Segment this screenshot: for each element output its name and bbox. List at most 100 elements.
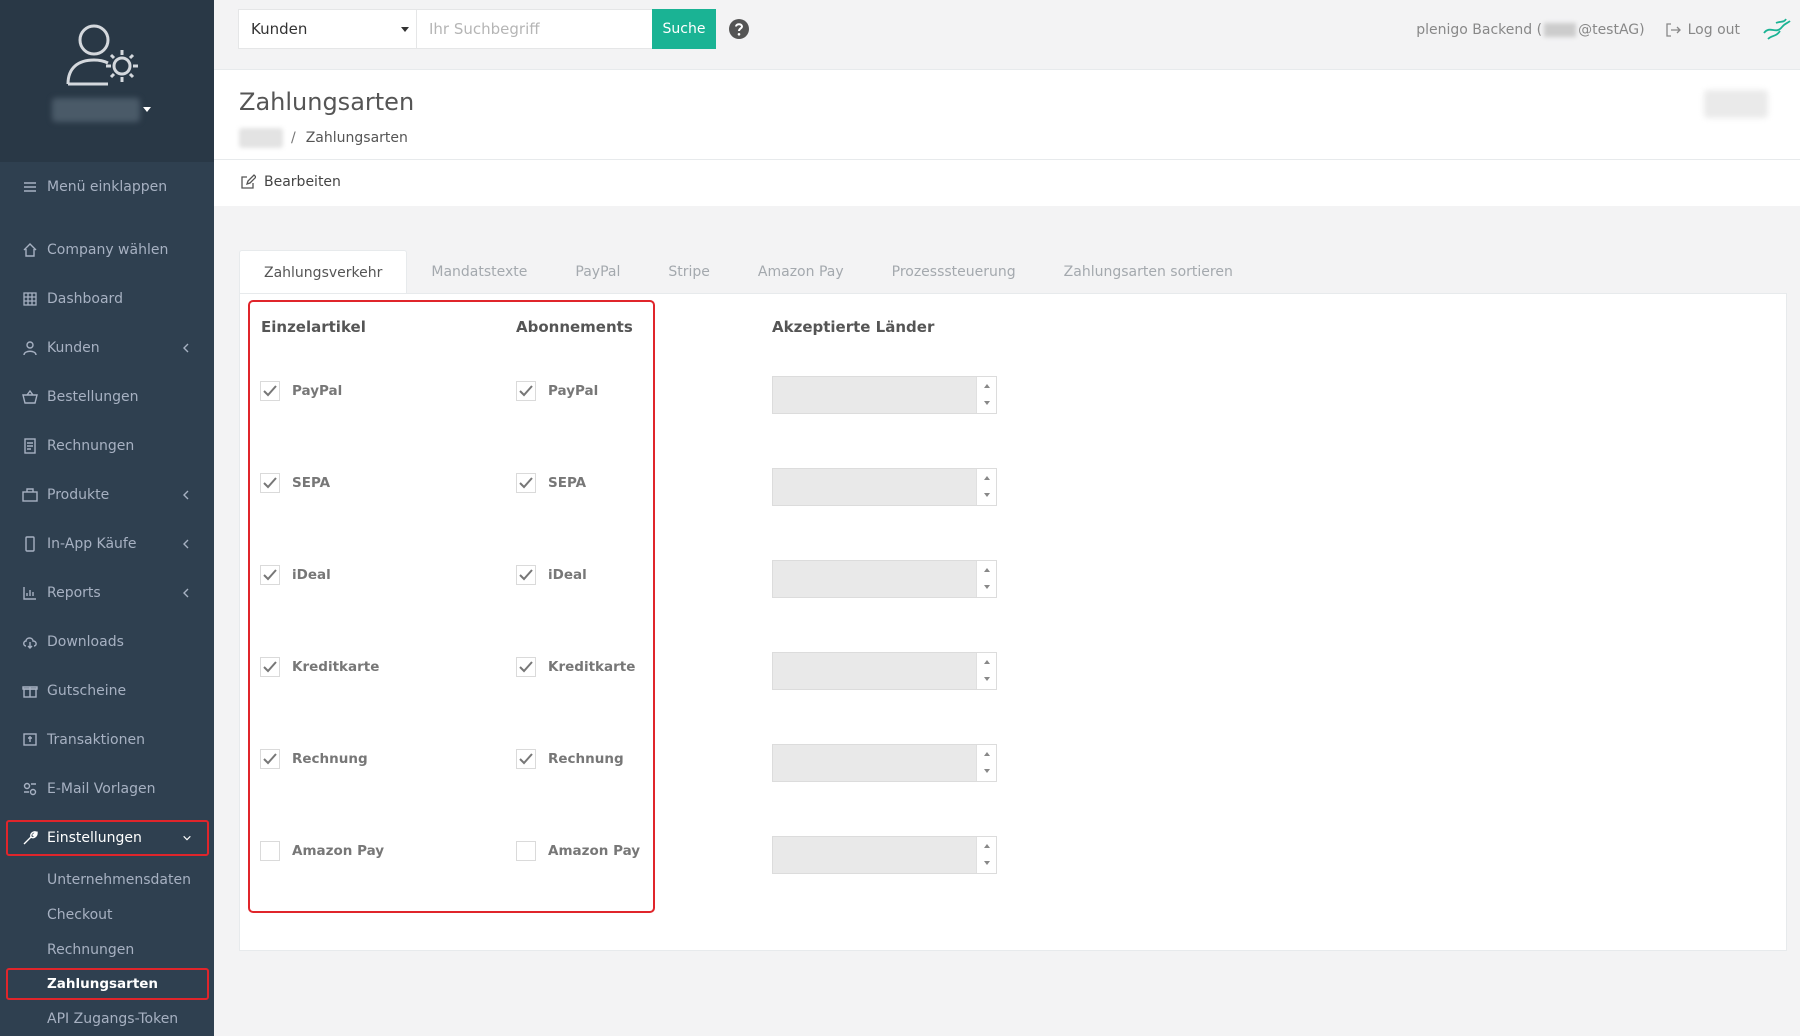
breadcrumb-current: Zahlungsarten xyxy=(305,130,408,146)
select-scrollbar[interactable] xyxy=(976,561,996,597)
sidebar-item-label: Bestellungen xyxy=(47,389,139,405)
username-blurred[interactable] xyxy=(52,98,140,122)
user-label: plenigo Backend ( @testAG) xyxy=(1416,22,1644,38)
sidebar-subitem-label: Rechnungen xyxy=(47,942,135,958)
sidebar-item-dashboard[interactable]: Dashboard xyxy=(0,276,214,322)
mobile-icon xyxy=(25,536,35,552)
page-title: Zahlungsarten xyxy=(239,88,415,116)
select-scrollbar[interactable] xyxy=(976,653,996,689)
sidebar-subitem-zahlungsarten[interactable]: Zahlungsarten xyxy=(5,967,210,1001)
checkbox-single[interactable] xyxy=(260,473,280,493)
sidebar-item-gutscheine[interactable]: Gutscheine xyxy=(0,668,214,714)
sidebar-item-kunden[interactable]: Kunden xyxy=(0,325,214,371)
country-multiselect[interactable] xyxy=(772,376,997,414)
checkmark-icon xyxy=(263,477,277,489)
sidebar-item-label: Reports xyxy=(47,585,101,601)
checkbox-single[interactable] xyxy=(260,657,280,677)
page-header: Zahlungsarten / Zahlungsarten xyxy=(214,70,1800,160)
logout-link[interactable]: Log out xyxy=(1665,22,1740,38)
sidebar-item-reports[interactable]: Reports xyxy=(0,570,214,616)
tab-mandatstexte[interactable]: Mandatstexte xyxy=(407,250,551,294)
checkmark-icon xyxy=(519,661,533,673)
edit-button[interactable]: Bearbeiten xyxy=(240,174,341,190)
select-scrollbar[interactable] xyxy=(976,377,996,413)
scroll-up-icon xyxy=(984,844,990,848)
sidebar-item-transaktionen[interactable]: Transaktionen xyxy=(0,717,214,763)
scroll-up-icon xyxy=(984,752,990,756)
chevron-left-icon xyxy=(183,343,189,353)
tab-amazon-pay[interactable]: Amazon Pay xyxy=(734,250,868,294)
tab-prozesssteuerung[interactable]: Prozesssteuerung xyxy=(868,250,1040,294)
checkmark-icon xyxy=(263,661,277,673)
tab-zahlungsverkehr[interactable]: Zahlungsverkehr xyxy=(239,250,408,294)
select-scrollbar[interactable] xyxy=(976,745,996,781)
sidebar-item-label: Downloads xyxy=(47,634,124,650)
help-icon[interactable] xyxy=(728,18,750,40)
tab-stripe[interactable]: Stripe xyxy=(644,250,734,294)
sidebar-subitem-checkout[interactable]: Checkout xyxy=(0,898,214,932)
basket-icon xyxy=(22,389,38,404)
breadcrumb-separator: / xyxy=(291,130,296,146)
sidebar-item-collapse-menu[interactable]: Menü einklappen xyxy=(0,164,214,210)
sidebar-subitem-label: API Zugangs-Token xyxy=(47,1011,179,1027)
sidebar-item-label: Transaktionen xyxy=(47,732,145,748)
scroll-down-icon xyxy=(984,861,990,865)
sidebar-item-rechnungen[interactable]: Rechnungen xyxy=(0,423,214,469)
checkbox-single[interactable] xyxy=(260,841,280,861)
sidebar-subitem-api-token[interactable]: API Zugangs-Token xyxy=(0,1002,214,1036)
country-multiselect[interactable] xyxy=(772,652,997,690)
user-label-prefix: plenigo Backend ( xyxy=(1416,22,1543,38)
country-multiselect[interactable] xyxy=(772,744,997,782)
country-multiselect[interactable] xyxy=(772,560,997,598)
sidebar-item-company[interactable]: Company wählen xyxy=(0,227,214,273)
column-header-countries: Akzeptierte Länder xyxy=(772,318,935,336)
tab-paypal[interactable]: PayPal xyxy=(551,250,644,294)
scroll-down-icon xyxy=(984,585,990,589)
checkbox-subscription-row: Kreditkarte xyxy=(516,657,635,677)
checkbox-subscription[interactable] xyxy=(516,473,536,493)
sidebar-subitem-rechnungen[interactable]: Rechnungen xyxy=(0,933,214,967)
wrench-icon xyxy=(23,831,38,845)
checkbox-label: PayPal xyxy=(548,383,599,399)
checkbox-single[interactable] xyxy=(260,381,280,401)
scroll-up-icon xyxy=(984,476,990,480)
chevron-left-icon xyxy=(183,588,189,598)
menu-icon xyxy=(24,182,36,192)
checkbox-single[interactable] xyxy=(260,565,280,585)
checkbox-subscription-row: PayPal xyxy=(516,381,598,401)
country-multiselect[interactable] xyxy=(772,468,997,506)
user-icon xyxy=(23,341,37,356)
checkbox-single[interactable] xyxy=(260,749,280,769)
edit-label: Bearbeiten xyxy=(264,174,341,190)
checkmark-icon xyxy=(519,569,533,581)
sidebar-item-label: Gutscheine xyxy=(47,683,127,699)
search-button[interactable]: Suche xyxy=(652,9,716,49)
plenigo-logo-icon xyxy=(1763,18,1791,40)
search-input[interactable] xyxy=(417,9,656,49)
tab-zahlungsarten-sortieren[interactable]: Zahlungsarten sortieren xyxy=(1040,250,1257,294)
search-scope-select[interactable]: Kunden xyxy=(238,9,417,49)
home-icon xyxy=(23,243,37,257)
sidebar-item-einstellungen[interactable]: Einstellungen xyxy=(5,819,210,857)
caret-down-icon[interactable] xyxy=(143,107,151,112)
sidebar-item-email-templates[interactable]: E-Mail Vorlagen xyxy=(0,766,214,812)
sidebar-subitem-unternehmensdaten[interactable]: Unternehmensdaten xyxy=(0,863,214,897)
header-action-blurred[interactable] xyxy=(1704,90,1768,118)
sidebar-item-label: Kunden xyxy=(47,340,100,356)
breadcrumb-home-blurred[interactable] xyxy=(239,128,283,148)
sidebar-subitem-label: Zahlungsarten xyxy=(47,976,159,992)
sidebar-item-bestellungen[interactable]: Bestellungen xyxy=(0,374,214,420)
select-scrollbar[interactable] xyxy=(976,837,996,873)
checkbox-subscription[interactable] xyxy=(516,841,536,861)
sidebar-item-in-app[interactable]: In-App Käufe xyxy=(0,521,214,567)
checkbox-subscription[interactable] xyxy=(516,565,536,585)
checkbox-subscription[interactable] xyxy=(516,749,536,769)
checkbox-subscription[interactable] xyxy=(516,381,536,401)
sidebar-item-label: In-App Käufe xyxy=(47,536,137,552)
sidebar-item-downloads[interactable]: Downloads xyxy=(0,619,214,665)
sidebar-item-produkte[interactable]: Produkte xyxy=(0,472,214,518)
column-header-subscription: Abonnements xyxy=(516,318,633,336)
select-scrollbar[interactable] xyxy=(976,469,996,505)
checkbox-subscription[interactable] xyxy=(516,657,536,677)
country-multiselect[interactable] xyxy=(772,836,997,874)
